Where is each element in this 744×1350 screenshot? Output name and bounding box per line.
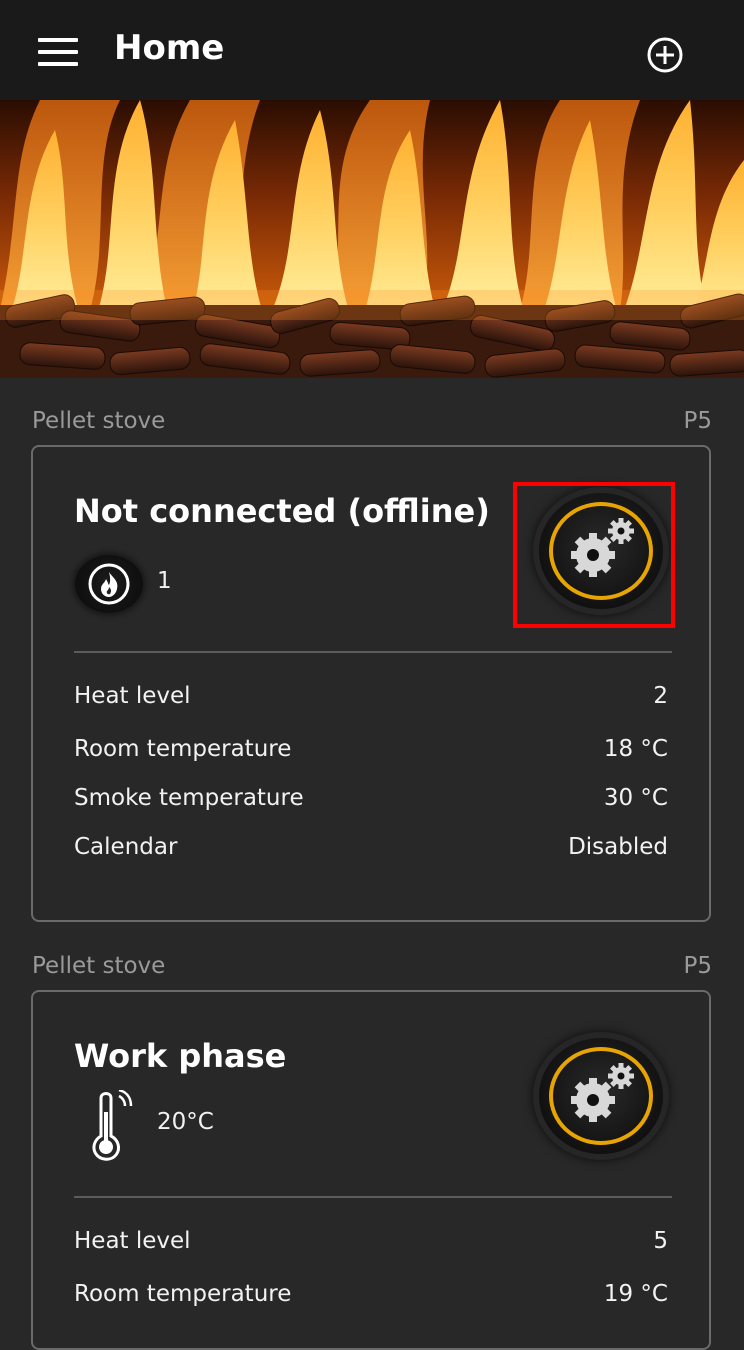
- smoke-temperature-value: 30 °C: [603, 785, 668, 811]
- device-card[interactable]: Not connected (offline) 1 Heat level 2 R…: [31, 445, 711, 922]
- room-temperature-label: Room temperature: [74, 1281, 292, 1307]
- device-card[interactable]: Work phase 20°C Heat level 5 Room temper…: [31, 990, 711, 1350]
- room-temperature-value: 18 °C: [603, 736, 668, 762]
- calendar-value: Disabled: [568, 834, 668, 860]
- device-model-label: P5: [683, 408, 712, 434]
- device-settings-button[interactable]: [527, 483, 667, 613]
- heat-level-value: 5: [653, 1228, 668, 1254]
- thermometer-icon: [92, 1090, 133, 1161]
- flame-icon: [88, 563, 130, 605]
- hero-fire-image: [0, 100, 744, 378]
- gear-icon: [571, 1063, 634, 1122]
- menu-icon[interactable]: [38, 38, 78, 66]
- card-divider: [74, 651, 672, 653]
- flame-level-value: 1: [157, 568, 172, 594]
- device-status: Not connected (offline): [74, 492, 490, 530]
- temperature-value: 20°C: [157, 1109, 214, 1135]
- device-type-label: Pellet stove: [32, 953, 166, 979]
- add-device-icon[interactable]: [646, 36, 684, 74]
- room-temperature-label: Room temperature: [74, 736, 292, 762]
- heat-level-label: Heat level: [74, 683, 191, 709]
- page-title: Home: [114, 28, 225, 68]
- room-temperature-value: 19 °C: [603, 1281, 668, 1307]
- app-bar: Home: [0, 0, 744, 100]
- heat-level-label: Heat level: [74, 1228, 191, 1254]
- card-divider: [74, 1196, 672, 1198]
- device-model-label: P5: [683, 953, 712, 979]
- settings-button-circle[interactable]: [539, 493, 663, 609]
- smoke-temperature-label: Smoke temperature: [74, 785, 304, 811]
- device-settings-button[interactable]: [527, 1028, 667, 1158]
- calendar-label: Calendar: [74, 834, 178, 860]
- settings-button-circle[interactable]: [539, 1038, 663, 1154]
- heat-level-value: 2: [653, 683, 668, 709]
- flame-indicator: [75, 555, 143, 613]
- device-type-label: Pellet stove: [32, 408, 166, 434]
- device-status: Work phase: [74, 1037, 287, 1075]
- gear-icon: [571, 518, 634, 577]
